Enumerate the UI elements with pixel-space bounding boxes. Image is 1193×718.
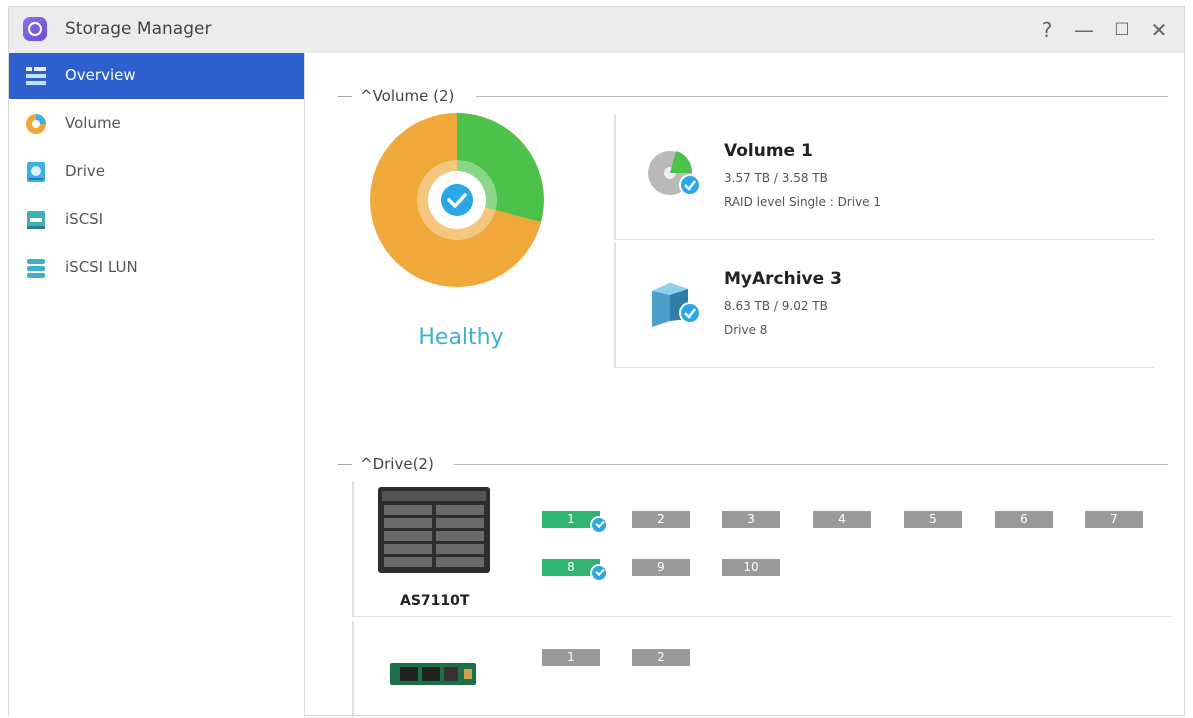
minimize-button[interactable]: — [1069,15,1099,45]
bay-label: 9 [657,560,665,574]
sidebar-item-overview[interactable]: Overview [9,53,304,99]
sidebar: Overview Volume Drive iSCSI iSCSI LUN [9,53,305,717]
drive-bay-1[interactable]: 1 [542,511,608,534]
bay-label: 7 [1110,512,1118,526]
iscsi-icon [27,211,45,229]
sidebar-item-label: Overview [65,66,136,84]
volume-status-label: Healthy [418,325,504,350]
sidebar-item-label: iSCSI [65,210,104,228]
sidebar-item-label: iSCSI LUN [65,258,138,276]
bay-label: 2 [657,650,665,664]
drive-bay-8[interactable]: 8 [542,559,608,582]
archive-volume-icon [652,283,701,327]
divider [454,464,1168,465]
divider [338,96,352,97]
drive-bay-3[interactable]: 3 [722,511,780,528]
main-content: ^Volume (2) Healthy Volume 1 3.57 TB / 3… [306,53,1184,717]
volume-detail: RAID level Single : Drive 1 [724,195,882,209]
bay-label: 6 [1020,512,1028,526]
sidebar-item-label: Volume [65,114,121,132]
healthy-check-icon [590,564,608,582]
drive-bay-2[interactable]: 2 [632,511,690,528]
storage-manager-window: Storage Manager ? — ☐ ✕ Overview Volume [8,6,1185,717]
drive-bay-7[interactable]: 7 [1085,511,1143,528]
bay-label: 5 [929,512,937,526]
maximize-button[interactable]: ☐ [1107,15,1137,45]
drive-section-title: ^Drive(2) [360,455,434,473]
help-button[interactable]: ? [1032,15,1062,45]
nas-model-name: AS7110T [400,593,470,609]
drive-icon [27,162,45,182]
volume-card[interactable]: Volume 1 3.57 TB / 3.58 TB RAID level Si… [614,115,1154,240]
healthy-check-icon [590,516,608,534]
volume-name: Volume 1 [724,141,813,161]
m2-bay-1[interactable]: 1 [542,649,600,666]
m2-bay-2[interactable]: 2 [632,649,690,666]
volume-card[interactable]: MyArchive 3 8.63 TB / 9.02 TB Drive 8 [614,243,1154,368]
divider [476,96,1168,97]
volume-section-title: ^Volume (2) [360,87,454,105]
volume-section-header[interactable]: ^Volume (2) [338,87,1168,107]
m2-drive-panel: 1 2 [352,621,1172,717]
healthy-check-icon [441,184,473,216]
bay-label: 1 [567,512,575,526]
bay-label: 8 [567,560,575,574]
drive-bay-10[interactable]: 10 [722,559,780,576]
storage-manager-logo-icon [23,17,47,41]
nas-drive-panel: AS7110T 1 2 3 4 5 6 7 8 9 10 [352,481,1172,617]
drive-bay-6[interactable]: 6 [995,511,1053,528]
close-button[interactable]: ✕ [1144,15,1174,45]
drive-bay-4[interactable]: 4 [813,511,871,528]
drive-section-label: Drive(2) [372,455,434,473]
bay-label: 1 [567,650,575,664]
bay-label: 3 [747,512,755,526]
volume-disk-icon [648,151,701,196]
volume-size: 3.57 TB / 3.58 TB [724,171,828,185]
volume-detail: Drive 8 [724,323,768,337]
drive-section-header[interactable]: ^Drive(2) [338,455,1168,475]
title-bar: Storage Manager ? — ☐ ✕ [9,7,1184,53]
m2-ssd-icon [390,663,476,685]
drive-bay-5[interactable]: 5 [904,511,962,528]
collapse-caret-icon: ^ [360,87,373,105]
app-title: Storage Manager [65,19,212,39]
bay-label: 10 [743,560,759,574]
sidebar-item-iscsi-lun[interactable]: iSCSI LUN [9,245,304,291]
volume-icon [26,114,46,134]
volume-section-label: Volume (2) [372,87,455,105]
iscsi-lun-icon [27,259,45,278]
volume-status-chart [370,113,544,287]
sidebar-item-drive[interactable]: Drive [9,149,304,195]
collapse-caret-icon: ^ [360,455,373,473]
volume-name: MyArchive 3 [724,269,842,289]
divider [338,464,352,465]
volume-size: 8.63 TB / 9.02 TB [724,299,828,313]
sidebar-item-volume[interactable]: Volume [9,101,304,147]
nas-device-icon [378,487,490,573]
sidebar-item-label: Drive [65,162,105,180]
sidebar-item-iscsi[interactable]: iSCSI [9,197,304,243]
overview-icon [26,67,46,85]
drive-bay-9[interactable]: 9 [632,559,690,576]
bay-label: 2 [657,512,665,526]
bay-label: 4 [838,512,846,526]
